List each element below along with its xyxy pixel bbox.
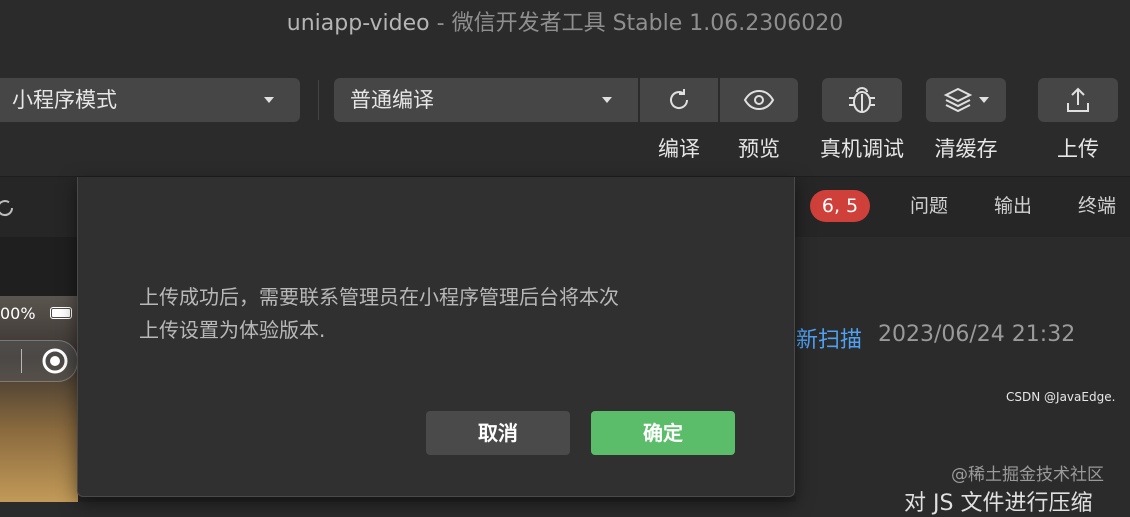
tab-output[interactable]: 输出 <box>994 191 1032 218</box>
error-count-badge[interactable]: 6, 5 <box>810 190 870 222</box>
layers-icon <box>943 87 973 113</box>
compile-label: 编译 <box>658 137 700 161</box>
clear-cache-button[interactable] <box>926 78 1006 122</box>
battery-percent: 00% <box>0 304 36 323</box>
toolbar-divider <box>318 80 319 120</box>
compile-button[interactable] <box>640 78 718 122</box>
preview-button[interactable] <box>720 78 798 122</box>
compile-select-value: 普通编译 <box>350 88 434 112</box>
juejin-watermark: @稀土掘金技术社区 <box>951 465 1104 485</box>
remote-debug-button[interactable] <box>822 78 902 122</box>
mini-program-capsule[interactable] <box>0 340 78 382</box>
confirm-button[interactable]: 确定 <box>591 411 735 455</box>
capsule-divider <box>21 349 22 373</box>
details-panel: 新扫描 2023/06/24 21:32 CSDN @JavaEdge. @稀土… <box>796 237 1130 516</box>
clear-cache-label: 清缓存 <box>934 137 998 161</box>
bug-icon <box>849 87 875 113</box>
csdn-watermark: CSDN @JavaEdge. <box>1006 390 1116 404</box>
eye-icon <box>743 89 775 111</box>
dialog-message: 上传成功后，需要联系管理员在小程序管理后台将本次 上传设置为体验版本. <box>139 281 739 347</box>
chevron-down-icon <box>602 97 612 103</box>
compile-select[interactable]: 普通编译 <box>334 78 638 122</box>
chevron-down-icon <box>264 97 274 103</box>
window-title-bar: uniapp-video - 微信开发者工具 Stable 1.06.23060… <box>0 0 1130 46</box>
rescan-link[interactable]: 新扫描 <box>796 322 862 354</box>
dialog-message-line2: 上传设置为体验版本. <box>139 318 326 342</box>
target-icon <box>42 348 68 374</box>
dialog-message-line1: 上传成功后，需要联系管理员在小程序管理后台将本次 <box>139 285 619 309</box>
simulator-screen[interactable]: 00% <box>0 296 78 502</box>
refresh-icon <box>0 200 14 217</box>
upload-button[interactable] <box>1038 78 1118 122</box>
tab-terminal[interactable]: 终端 <box>1078 191 1116 218</box>
scan-timestamp: 2023/06/24 21:32 <box>878 322 1076 347</box>
upload-icon <box>1067 87 1089 112</box>
project-name: uniapp-video <box>286 11 430 36</box>
mode-select-value: 小程序模式 <box>12 88 117 112</box>
refresh-icon <box>670 89 689 109</box>
tab-issues[interactable]: 问题 <box>910 191 948 218</box>
title-separator: - <box>429 11 452 36</box>
upload-confirm-dialog: 上传成功后，需要联系管理员在小程序管理后台将本次 上传设置为体验版本. 取消 确… <box>77 177 795 497</box>
js-compress-option: 对 JS 文件进行压缩 <box>904 491 1093 516</box>
toolbar: 小程序模式 普通编译 编译 预览 真机调试 清缓存 上传 <box>0 46 1130 177</box>
preview-label: 预览 <box>738 137 780 161</box>
remote-debug-label: 真机调试 <box>820 137 904 161</box>
chevron-down-icon <box>979 97 989 103</box>
cancel-button[interactable]: 取消 <box>426 411 570 455</box>
battery-icon <box>50 307 72 319</box>
mode-select[interactable]: 小程序模式 <box>0 78 300 122</box>
app-title: 微信开发者工具 Stable 1.06.2306020 <box>451 11 844 36</box>
upload-label: 上传 <box>1057 137 1099 161</box>
